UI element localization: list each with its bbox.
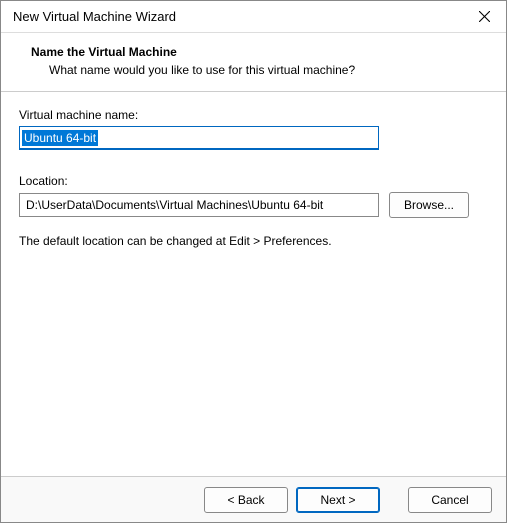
cancel-button[interactable]: Cancel — [408, 487, 492, 513]
browse-button[interactable]: Browse... — [389, 192, 469, 218]
back-button[interactable]: < Back — [204, 487, 288, 513]
titlebar: New Virtual Machine Wizard — [1, 1, 506, 33]
location-label: Location: — [19, 174, 488, 188]
vm-name-label: Virtual machine name: — [19, 108, 488, 122]
close-button[interactable] — [462, 1, 506, 33]
header-title: Name the Virtual Machine — [31, 45, 466, 59]
vm-name-input[interactable]: Ubuntu 64-bit — [19, 126, 379, 150]
vm-name-selected-text: Ubuntu 64-bit — [22, 130, 98, 146]
header-subtitle: What name would you like to use for this… — [31, 63, 466, 77]
wizard-content: Virtual machine name: Ubuntu 64-bit Loca… — [1, 92, 506, 264]
wizard-footer: < Back Next > Cancel — [1, 476, 506, 522]
wizard-header: Name the Virtual Machine What name would… — [1, 33, 506, 92]
window-title: New Virtual Machine Wizard — [13, 9, 176, 24]
location-input[interactable] — [19, 193, 379, 217]
next-button[interactable]: Next > — [296, 487, 380, 513]
location-hint: The default location can be changed at E… — [19, 234, 488, 248]
close-icon — [479, 11, 490, 22]
